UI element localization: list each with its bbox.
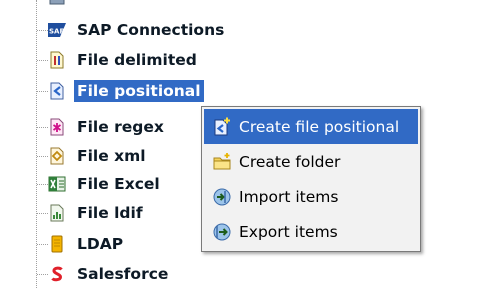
tree-item-label: Salesforce <box>77 265 169 283</box>
menu-item-create-folder[interactable]: Create folder <box>204 144 418 179</box>
file-ldif-icon <box>50 204 64 222</box>
tree-item-ldap[interactable]: LDAP <box>48 231 126 257</box>
tree-item-file-ldif[interactable]: File ldif <box>48 200 146 226</box>
tree-connector <box>37 156 48 157</box>
menu-item-label: Import items <box>239 187 339 206</box>
tree-item-file-xml[interactable]: File xml <box>48 143 149 169</box>
menu-item-import-items[interactable]: Import items <box>204 179 418 214</box>
tree-item-label: SAP Connections <box>77 21 225 39</box>
svg-text:SAP: SAP <box>49 28 65 36</box>
context-menu: Create file positional Create folder Imp… <box>201 106 421 252</box>
tree-item-file-regex[interactable]: File regex <box>48 114 167 140</box>
tree-item-label: File ldif <box>77 204 143 222</box>
tree-item-sap-connections[interactable]: SAP SAP Connections <box>48 17 227 43</box>
tree-item-salesforce[interactable]: Salesforce <box>48 261 171 287</box>
tree-item-label: File xml <box>77 147 146 165</box>
tree-item-label: File Excel <box>77 175 160 193</box>
import-items-icon <box>213 188 231 205</box>
tree-connector <box>37 184 48 185</box>
menu-item-label: Export items <box>239 222 338 241</box>
ldap-icon <box>51 235 63 253</box>
file-excel-icon <box>48 176 66 192</box>
partial-item-icon <box>48 0 66 6</box>
tree-item-file-delimited[interactable]: File delimited <box>48 47 200 73</box>
tree-item-label: File delimited <box>77 51 197 69</box>
menu-item-export-items[interactable]: Export items <box>204 214 418 249</box>
file-xml-icon <box>50 147 64 165</box>
file-regex-icon <box>50 118 64 136</box>
export-items-icon <box>213 223 231 240</box>
tree-connector <box>37 244 48 245</box>
sap-icon: SAP <box>48 23 66 37</box>
tree-item-file-positional[interactable]: File positional <box>48 78 204 104</box>
menu-item-label: Create folder <box>239 152 341 171</box>
create-file-positional-icon <box>214 117 230 135</box>
menu-item-label: Create file positional <box>239 117 400 136</box>
tree-connector <box>37 274 48 275</box>
file-delimited-icon <box>50 51 64 69</box>
tree-item-label: File positional <box>74 80 204 102</box>
tree-connector <box>37 60 48 61</box>
tree-item-label: LDAP <box>77 235 124 253</box>
tree-connector <box>37 91 48 92</box>
tree-item-label: File regex <box>77 118 164 136</box>
tree-connector <box>37 127 48 128</box>
create-folder-icon <box>213 152 231 169</box>
salesforce-icon <box>51 266 63 282</box>
menu-item-create-file-positional[interactable]: Create file positional <box>204 109 418 144</box>
tree-connector <box>37 30 48 31</box>
file-positional-icon <box>50 82 64 100</box>
tree-item-file-excel[interactable]: File Excel <box>48 171 163 197</box>
tree-connector <box>37 213 48 214</box>
